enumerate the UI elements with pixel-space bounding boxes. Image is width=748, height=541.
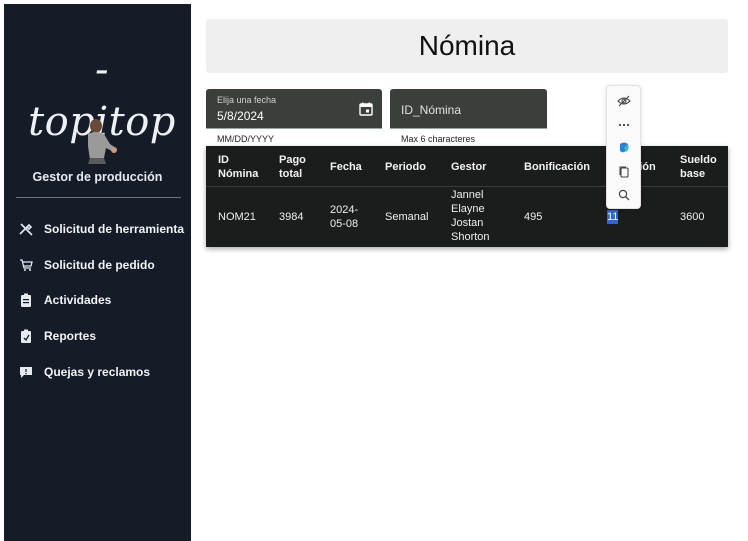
cell-sueldo-base: 3600 (680, 211, 705, 223)
copilot-icon[interactable] (615, 139, 633, 157)
date-field-value: 5/8/2024 (217, 109, 264, 123)
sidebar-item-label: Quejas y reclamos (44, 365, 151, 379)
cell-gestor: Jannel Elayne Jostan Shorton (451, 189, 490, 243)
column-header-id[interactable]: ID Nómina (218, 153, 258, 181)
cell-id-nomina: NOM21 (218, 211, 256, 223)
cell-bonificacion: 495 (524, 211, 543, 223)
sidebar-item-label: Reportes (44, 329, 97, 343)
id-nomina-placeholder: ID_Nómina (401, 103, 462, 117)
calendar-icon[interactable] (359, 102, 373, 116)
avatar (88, 119, 117, 164)
date-field-label: Elija una fecha (217, 95, 277, 105)
copy-icon[interactable] (615, 163, 633, 181)
search-icon[interactable] (615, 186, 633, 204)
report-icon (18, 328, 34, 344)
feedback-icon (18, 364, 34, 380)
sidebar-item-label: Solicitud de pedido (44, 258, 155, 272)
column-header-bonificacion[interactable]: Bonificación (524, 160, 590, 174)
hide-icon[interactable] (615, 92, 633, 110)
more-icon[interactable] (615, 116, 633, 134)
cell-pago-total: 3984 (279, 211, 304, 223)
cell-selected-value[interactable]: 11 (607, 210, 619, 224)
header-row-divider (206, 186, 728, 187)
user-role: Gestor de producción (32, 170, 163, 184)
page-title: Nómina (206, 19, 728, 73)
selection-context-toolbar (606, 85, 641, 209)
column-header-fecha[interactable]: Fecha (330, 160, 362, 174)
sidebar-item-label: Actividades (44, 293, 112, 307)
cell-fecha: 2024- 05-08 (330, 204, 359, 230)
sidebar-item-reportes[interactable]: Reportes (18, 324, 96, 348)
id-nomina-hint: Max 6 characteres (401, 134, 476, 144)
tools-icon (18, 221, 34, 237)
cart-icon (18, 257, 34, 273)
column-header-gestor[interactable]: Gestor (451, 160, 486, 174)
column-header-pago-total[interactable]: Pago total (279, 153, 306, 181)
cell-periodo: Semanal (385, 211, 429, 223)
id-nomina-input[interactable]: ID_Nómina (390, 89, 547, 129)
clipboard-icon (18, 292, 34, 308)
sidebar: -topitop Gestor de producción Solicitud … (4, 4, 191, 541)
sidebar-item-quejas[interactable]: Quejas y reclamos (18, 360, 150, 384)
sidebar-divider (16, 197, 181, 198)
sidebar-item-label: Solicitud de herramienta (44, 222, 185, 236)
sidebar-item-solicitud-pedido[interactable]: Solicitud de pedido (18, 253, 155, 277)
date-field-hint: MM/DD/YYYY (217, 134, 275, 144)
column-header-periodo[interactable]: Periodo (385, 160, 426, 174)
column-header-sueldo-base[interactable]: Sueldo base (680, 153, 717, 181)
sidebar-item-actividades[interactable]: Actividades (18, 288, 111, 312)
nomina-table: ID Nómina Pago total Fecha Periodo Gestor … (206, 146, 728, 247)
date-picker-field[interactable]: Elija una fecha 5/8/2024 (206, 89, 382, 129)
sidebar-item-solicitud-herramienta[interactable]: Solicitud de herramienta (18, 217, 184, 241)
